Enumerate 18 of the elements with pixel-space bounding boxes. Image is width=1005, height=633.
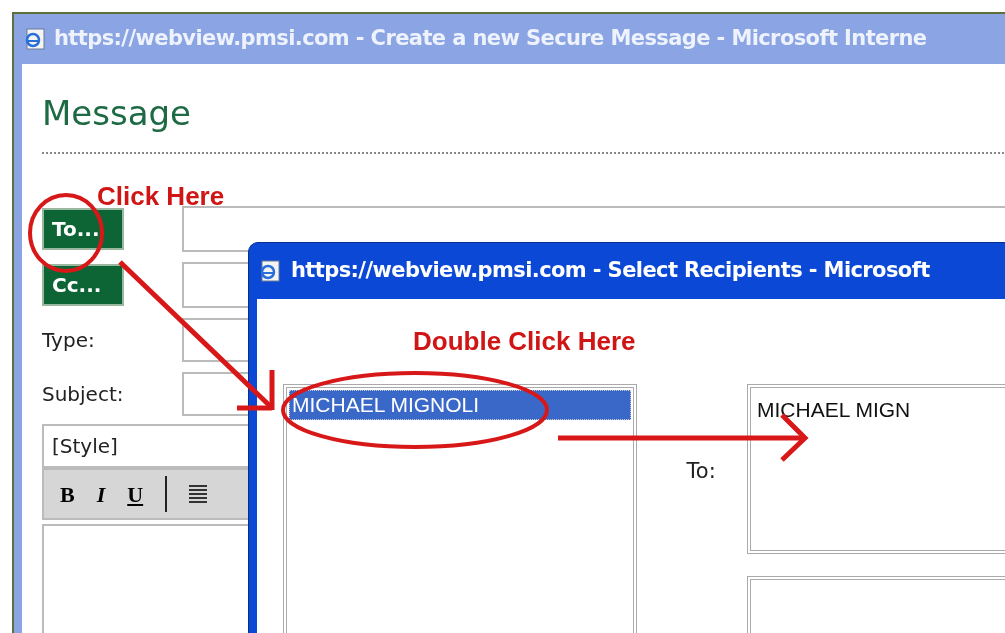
to-label: To: [686,459,716,483]
window-title: https://webview.pmsi.com - Create a new Secure Message - Microsoft Interne [54,25,927,53]
format-button[interactable]: B [60,477,75,511]
annotation-text: Double Click Here [413,325,636,358]
popup-title: https://webview.pmsi.com - Select Recipients - Microsoft [291,257,930,285]
name-listbox[interactable]: MICHAEL MIGNOLI [283,384,637,633]
page-heading: Message [42,92,191,134]
recipient-button[interactable]: Cc... [42,264,124,306]
field-label: Type: [42,327,96,354]
format-button[interactable]: I [96,477,106,511]
recipient-button[interactable]: To... [42,208,124,250]
format-button[interactable]: U [127,477,144,511]
browser-icon [259,260,281,282]
name-item[interactable]: MICHAEL MIGNOLI [289,390,631,420]
browser-icon [24,28,46,50]
field-label: Subject: [42,381,125,408]
align-icon[interactable] [189,484,208,504]
to-recipients-box[interactable]: MICHAEL MIGN [747,384,1005,554]
